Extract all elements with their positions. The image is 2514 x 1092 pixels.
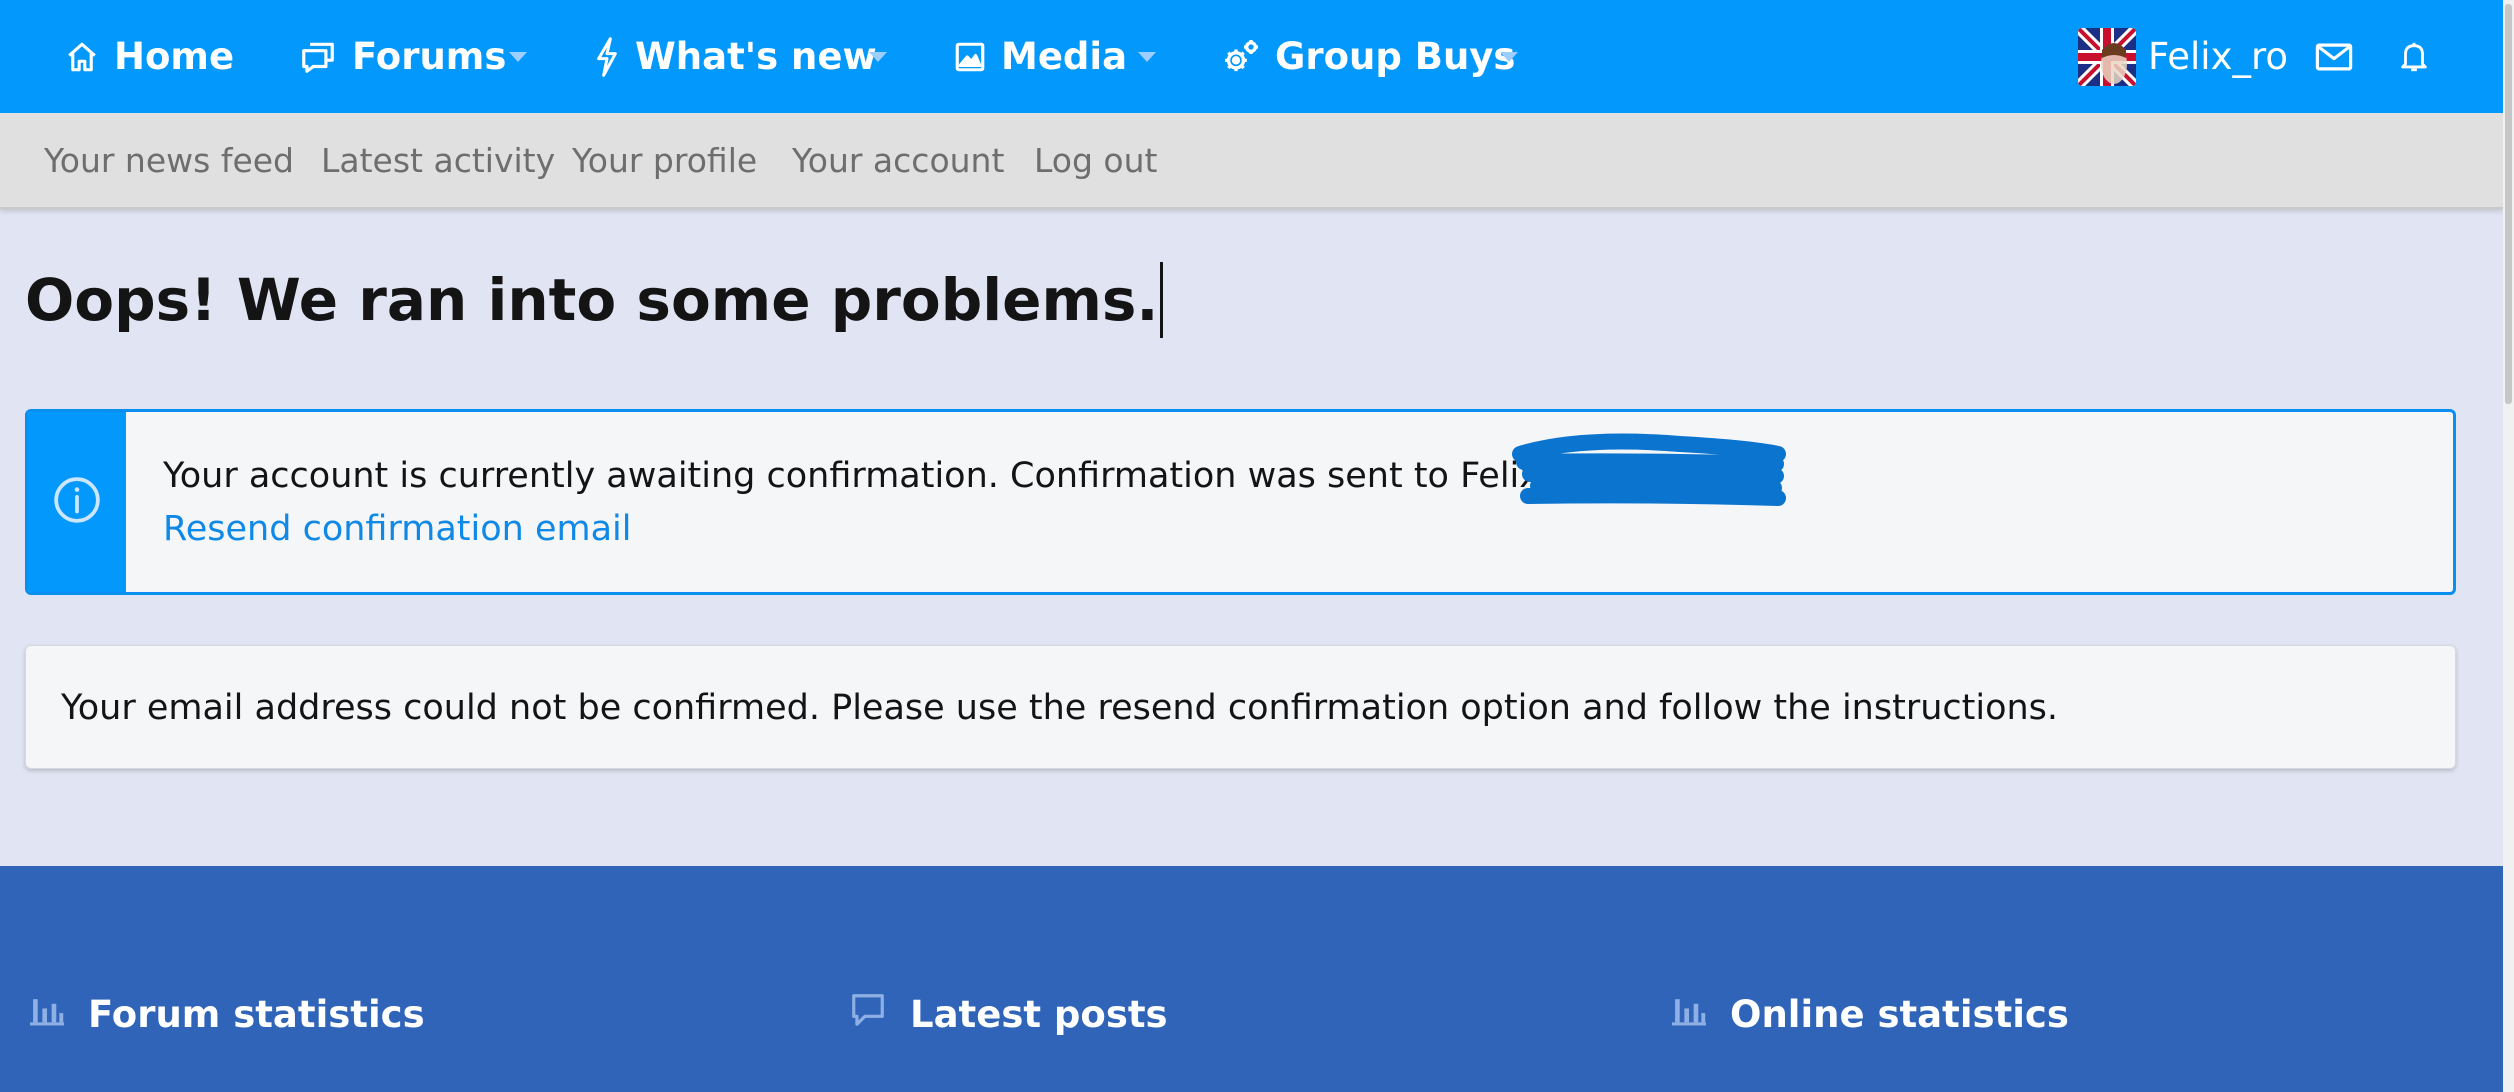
nav-home-label: Home <box>114 35 235 78</box>
nav-group-buys[interactable]: Group Buys <box>1221 0 1515 113</box>
avatar <box>2078 27 2136 86</box>
group-buys-dropdown-icon[interactable] <box>1491 0 1527 113</box>
whats-new-dropdown-icon[interactable] <box>860 0 896 113</box>
page: Home Forums What's new Media Group Buys … <box>0 0 2514 1092</box>
nav-forums[interactable]: Forums <box>298 0 506 113</box>
redaction-scribble <box>1512 433 1786 506</box>
bell-icon[interactable] <box>2388 0 2440 113</box>
bolt-icon <box>593 36 621 77</box>
bar-chart-icon <box>28 993 66 1036</box>
mail-icon[interactable] <box>2308 0 2360 113</box>
nav-whats-new[interactable]: What's new <box>593 0 877 113</box>
nav-group-buys-label: Group Buys <box>1275 35 1516 78</box>
subnav-news-feed[interactable]: Your news feed <box>44 113 294 209</box>
subnav-your-account[interactable]: Your account <box>792 113 1004 209</box>
scrollbar-thumb[interactable] <box>2505 4 2512 404</box>
notice-accent-strip <box>28 412 126 592</box>
error-message-block: Your email address could not be confirme… <box>25 645 2456 769</box>
comment-icon <box>848 991 888 1038</box>
footer-online-statistics: Online statistics <box>1670 984 2069 1044</box>
footer-forum-statistics-label: Forum statistics <box>88 992 425 1036</box>
chat-icon <box>298 38 338 76</box>
vertical-scrollbar[interactable] <box>2503 0 2514 1092</box>
footer-latest-posts-label: Latest posts <box>910 992 1168 1036</box>
gears-icon <box>1221 37 1261 77</box>
nav-media[interactable]: Media <box>953 0 1127 113</box>
page-title-text: Oops! We ran into some problems. <box>25 266 1159 334</box>
username: Felix_ro <box>2148 35 2289 78</box>
page-title: Oops! We ran into some problems. <box>25 262 1164 338</box>
footer <box>0 866 2503 1092</box>
nav-whats-new-label: What's new <box>635 35 877 78</box>
footer-latest-posts: Latest posts <box>848 984 1168 1044</box>
notice-message: Your account is currently awaiting confi… <box>163 456 1593 496</box>
info-icon <box>52 475 102 529</box>
subnav-your-profile[interactable]: Your profile <box>572 113 757 209</box>
media-dropdown-icon[interactable] <box>1129 0 1165 113</box>
resend-confirmation-link[interactable]: Resend confirmation email <box>163 509 631 549</box>
bar-chart-icon <box>1670 993 1708 1036</box>
footer-forum-statistics: Forum statistics <box>28 984 425 1044</box>
top-navigation: Home Forums What's new Media Group Buys … <box>0 0 2503 113</box>
user-menu[interactable]: Felix_ro <box>2078 0 2288 113</box>
subnav-log-out[interactable]: Log out <box>1034 113 1157 209</box>
nav-home[interactable]: Home <box>64 0 234 113</box>
forums-dropdown-icon[interactable] <box>500 0 536 113</box>
sub-navigation: Your news feed Latest activity Your prof… <box>0 113 2503 209</box>
home-icon <box>64 40 100 74</box>
confirmation-notice: Your account is currently awaiting confi… <box>25 409 2456 595</box>
text-cursor <box>1160 262 1164 338</box>
footer-online-statistics-label: Online statistics <box>1730 992 2069 1036</box>
error-message: Your email address could not be confirme… <box>61 688 2059 728</box>
image-icon <box>953 40 987 74</box>
nav-media-label: Media <box>1001 35 1128 78</box>
subnav-latest-activity[interactable]: Latest activity <box>321 113 555 209</box>
nav-forums-label: Forums <box>352 35 507 78</box>
